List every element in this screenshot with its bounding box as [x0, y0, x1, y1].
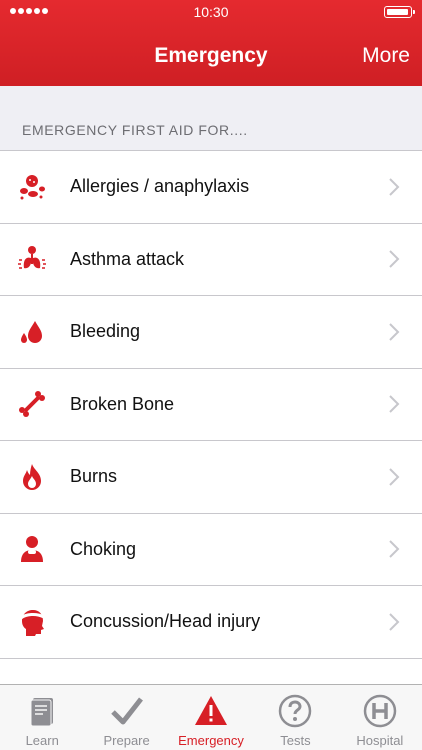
tab-learn[interactable]: Learn — [0, 685, 84, 750]
tab-label: Tests — [280, 733, 311, 748]
chevron-right-icon — [388, 394, 400, 414]
list-item-label: Choking — [70, 538, 137, 559]
emergency-list: Allergies / anaphylaxis Asthma attack Bl… — [0, 150, 422, 684]
head-injury-icon — [16, 606, 48, 638]
list-item-broken-bone[interactable]: Broken Bone — [0, 368, 422, 441]
checkmark-icon — [109, 693, 145, 729]
page-title: Emergency — [154, 44, 268, 67]
blood-drop-icon — [16, 316, 48, 348]
list-item-partial[interactable] — [0, 658, 422, 684]
choking-person-icon — [16, 533, 48, 565]
list-item-bleeding[interactable]: Bleeding — [0, 296, 422, 369]
list-item-label: Burns — [70, 466, 118, 487]
tab-emergency[interactable]: Emergency — [169, 685, 253, 750]
section-header: EMERGENCY FIRST AID FOR.... — [22, 122, 248, 138]
chevron-right-icon — [388, 249, 400, 269]
tab-tests[interactable]: Tests — [253, 685, 337, 750]
tab-bar: Learn Prepare Emergency Tests Hospital — [0, 684, 422, 750]
more-button[interactable]: More — [362, 44, 410, 68]
battery-icon — [384, 6, 415, 18]
tab-prepare[interactable]: Prepare — [84, 685, 168, 750]
question-icon — [277, 693, 313, 729]
list-item-burns[interactable]: Burns — [0, 441, 422, 514]
list-item-asthma[interactable]: Asthma attack — [0, 223, 422, 296]
chevron-right-icon — [388, 177, 400, 197]
tab-label: Emergency — [178, 733, 244, 748]
chevron-right-icon — [388, 322, 400, 342]
status-time: 10:30 — [193, 4, 229, 20]
flame-icon — [16, 461, 48, 493]
tab-label: Learn — [25, 733, 59, 748]
lungs-icon — [16, 243, 48, 275]
chevron-right-icon — [388, 467, 400, 487]
status-bar: 10:30 — [0, 0, 422, 24]
list-item-label: Concussion/Head injury — [70, 611, 261, 632]
book-icon — [24, 693, 60, 729]
navigation-header: 10:30 Emergency More — [0, 0, 422, 86]
chevron-right-icon — [388, 539, 400, 559]
hospital-icon — [362, 693, 398, 729]
list-item-label: Bleeding — [70, 321, 141, 342]
tab-hospital[interactable]: Hospital — [338, 685, 422, 750]
tab-label: Hospital — [356, 733, 404, 748]
allergy-icon — [16, 171, 48, 203]
list-item-label: Broken Bone — [70, 393, 175, 414]
bone-icon — [16, 388, 48, 420]
chevron-right-icon — [388, 612, 400, 632]
tab-label: Prepare — [103, 733, 150, 748]
list-item-label: Asthma attack — [70, 248, 185, 269]
list-item-concussion[interactable]: Concussion/Head injury — [0, 586, 422, 659]
list-item-allergies[interactable]: Allergies / anaphylaxis — [0, 151, 422, 224]
list-item-label: Allergies / anaphylaxis — [70, 176, 250, 197]
warning-icon — [193, 693, 229, 729]
list-item-choking[interactable]: Choking — [0, 513, 422, 586]
